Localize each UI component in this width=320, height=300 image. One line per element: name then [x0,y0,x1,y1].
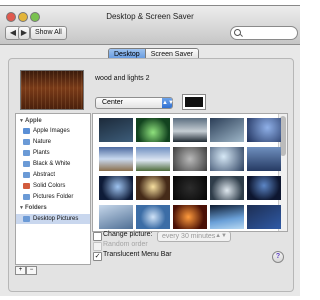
wallpaper-thumbnail[interactable] [247,118,281,142]
folder-icon [23,150,30,156]
add-folder-button[interactable]: + [15,266,26,275]
color-swatch-icon [23,183,30,189]
wallpaper-name: wood and lights 2 [95,75,150,82]
select-arrows-icon: ▲▼ [162,98,174,108]
wallpaper-thumbnail[interactable] [99,147,133,171]
wallpaper-thumbnail[interactable] [210,205,244,229]
wallpaper-thumbnail[interactable] [247,205,281,229]
wallpaper-thumbnail[interactable] [210,147,244,171]
folder-icon [23,161,30,167]
position-select[interactable]: Center ▲▼ [95,97,174,109]
source-item-label: Black & White [33,161,71,167]
source-item-desktop-pictures[interactable]: Desktop Pictures [16,214,90,224]
wallpaper-thumbnail[interactable] [99,176,133,200]
folder-icon [23,139,30,145]
source-item-label: Abstract [33,172,56,178]
change-picture-label: Change picture: [103,231,153,238]
disclosure-triangle-icon[interactable]: ▼ [19,116,24,126]
wallpaper-thumbnail[interactable] [173,147,207,171]
wallpaper-thumbnail[interactable] [99,118,133,142]
select-arrows-icon: ▲▼ [215,233,227,239]
desktop-color-well[interactable] [182,94,206,110]
source-item[interactable]: Nature [16,137,90,147]
forward-icon[interactable]: ▶ [18,26,30,40]
change-picture-checkbox[interactable] [93,232,102,241]
wallpaper-thumbnail[interactable] [173,118,207,142]
position-value: Center [102,99,124,106]
wallpaper-grid [92,113,288,232]
folder-icon [23,194,30,200]
source-list: ▼ Apple Apple Images Nature Plants Black… [15,113,91,265]
checkmark-icon: ✓ [94,253,101,260]
interval-value: every 30 minutes [162,233,216,240]
random-order-label: Random order [103,241,148,248]
minimize-icon[interactable] [18,12,28,22]
color-swatch [185,97,203,107]
apple-images-icon [23,128,30,134]
help-button[interactable]: ? [272,251,284,263]
source-item-label: Plants [33,150,50,156]
wallpaper-thumbnail[interactable] [173,205,207,229]
window-title: Desktop & Screen Saver [106,12,194,21]
section-apple[interactable]: ▼ Apple [16,116,90,126]
section-label: Apple [25,118,42,124]
wallpaper-thumbnail[interactable] [247,176,281,200]
interval-select[interactable]: every 30 minutes ▲▼ [157,231,231,242]
wallpaper-thumbnail[interactable] [136,176,170,200]
source-item-label: Apple Images [33,128,70,134]
zoom-icon[interactable] [30,12,40,22]
search-input[interactable] [242,28,294,37]
wallpaper-thumbnail[interactable] [173,176,207,200]
wallpaper-thumbnail[interactable] [247,147,281,171]
wallpaper-thumbnail[interactable] [136,118,170,142]
source-item-label: Solid Colors [33,183,66,189]
translucent-menu-bar-checkbox[interactable]: ✓ [93,252,102,261]
wallpaper-thumbnail[interactable] [99,205,133,229]
section-folders[interactable]: ▼ Folders [16,203,90,213]
wallpaper-thumbnail[interactable] [136,205,170,229]
disclosure-triangle-icon[interactable]: ▼ [19,203,24,213]
source-item[interactable]: Black & White [16,159,90,169]
show-all-button[interactable]: Show All [30,26,67,40]
remove-folder-button[interactable]: − [26,266,37,275]
source-item[interactable]: Plants [16,148,90,158]
source-item-label: Pictures Folder [33,194,74,200]
search-icon [234,29,241,36]
wallpaper-thumbnail[interactable] [210,176,244,200]
source-item-label: Desktop Pictures [33,216,79,222]
folder-icon [23,216,30,222]
source-item[interactable]: Solid Colors [16,181,90,191]
title-bar: Desktop & Screen Saver ◀ ▶ Show All [0,6,300,45]
random-order-checkbox[interactable] [93,242,102,251]
source-item-label: Nature [33,139,52,145]
source-item[interactable]: Pictures Folder [16,192,90,202]
wallpaper-thumbnail[interactable] [210,118,244,142]
section-label: Folders [25,205,47,211]
search-field[interactable] [230,26,298,40]
close-icon[interactable] [6,12,16,22]
desktop-panel: wood and lights 2 Center ▲▼ ▼ Apple Appl… [8,58,294,292]
source-item[interactable]: Apple Images [16,126,90,136]
current-wallpaper-preview [20,70,84,110]
folder-icon [23,172,30,178]
translucent-menu-bar-label: Translucent Menu Bar [103,251,172,258]
preferences-window: Desktop & Screen Saver ◀ ▶ Show All Desk… [0,5,300,296]
source-item[interactable]: Abstract [16,170,90,180]
wallpaper-thumbnail[interactable] [136,147,170,171]
